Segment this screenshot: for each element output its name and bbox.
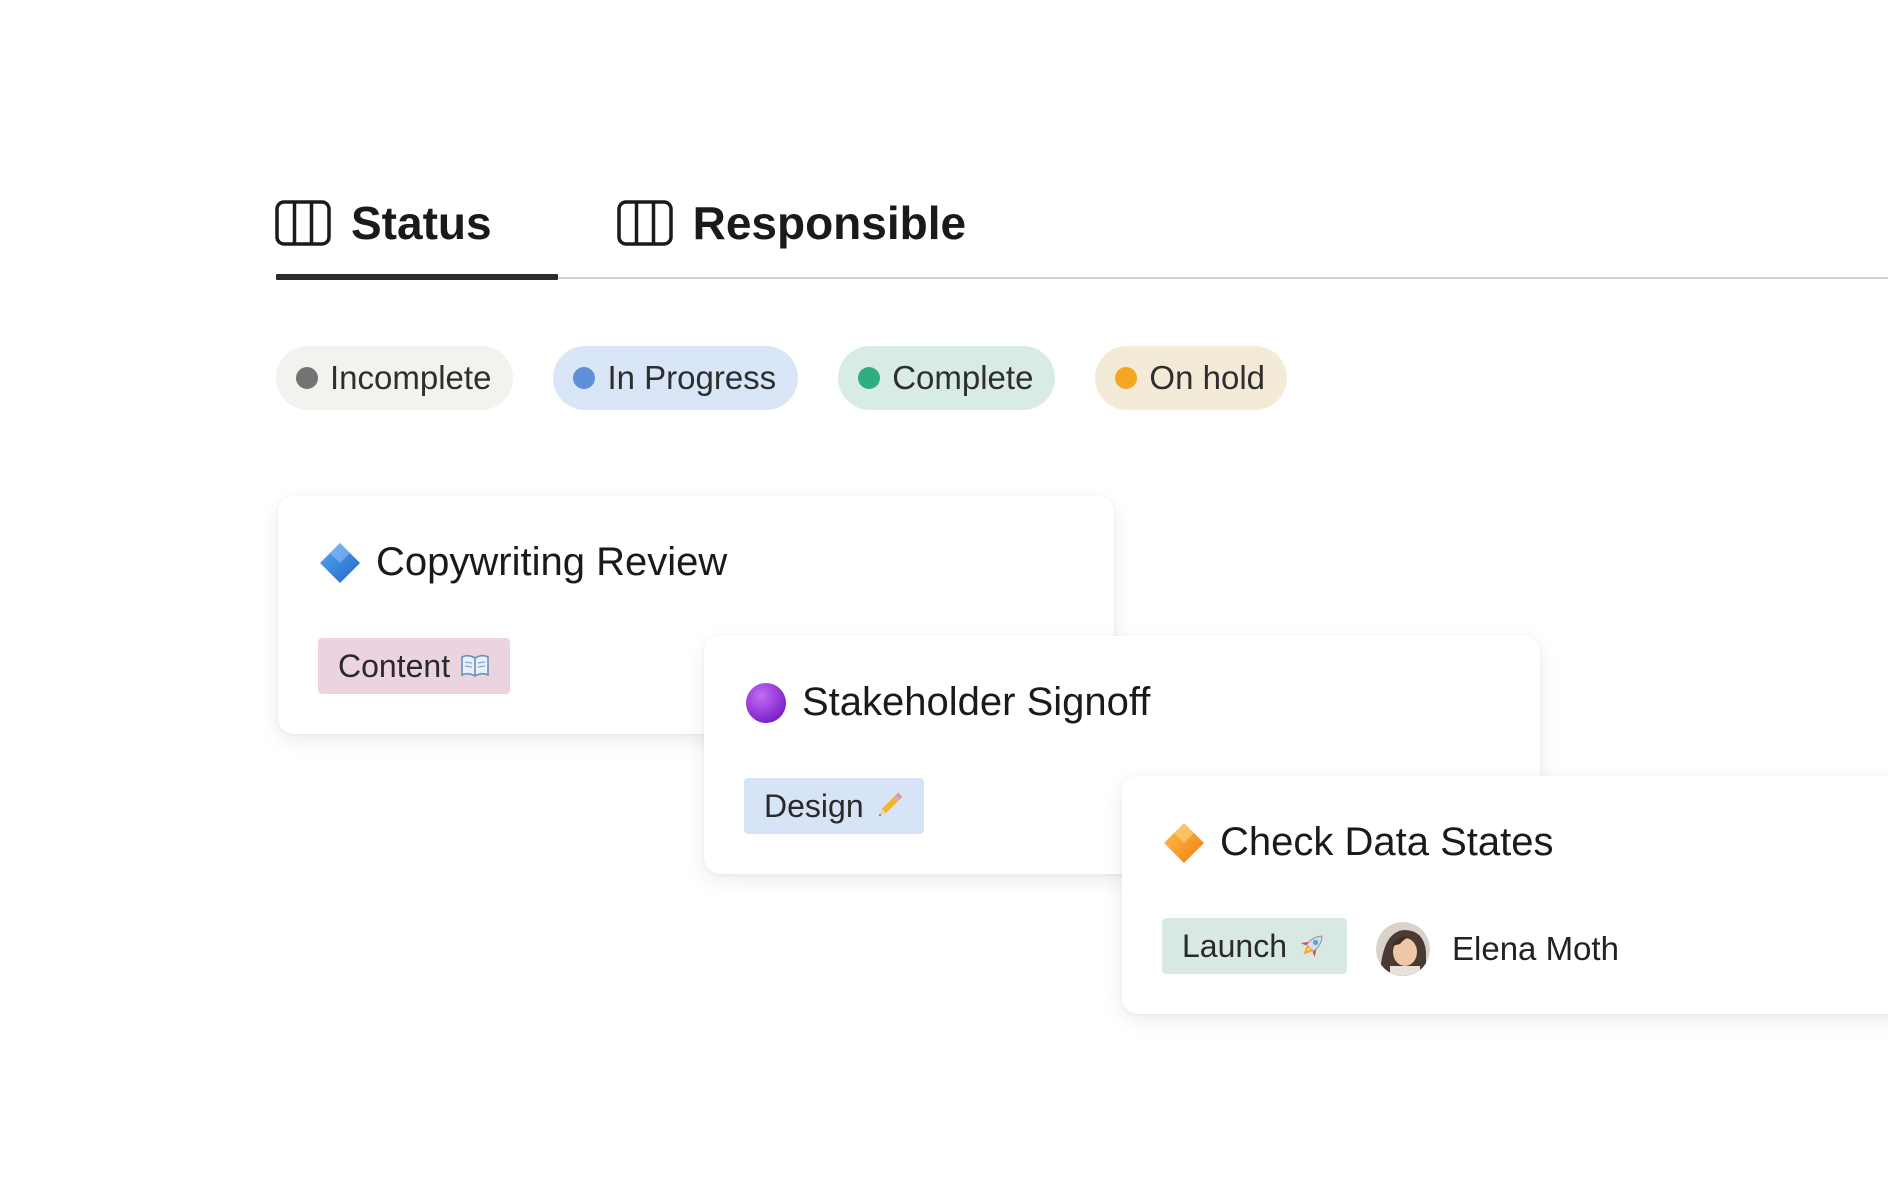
status-pill-in-progress[interactable]: In Progress: [553, 346, 799, 410]
tab-status-label: Status: [351, 197, 492, 249]
assignee-name: Elena Moth: [1452, 930, 1619, 967]
active-tab-indicator: [276, 274, 558, 280]
board-columns-icon: [616, 200, 673, 246]
blue-diamond-icon: [320, 542, 360, 583]
status-pill-on-hold[interactable]: On hold: [1095, 346, 1288, 410]
tab-status[interactable]: Status: [275, 190, 492, 256]
card-title-text: Stakeholder Signoff: [802, 680, 1151, 724]
tag-design[interactable]: Design: [744, 778, 924, 834]
card-title-text: Copywriting Review: [376, 540, 728, 584]
card-title: Stakeholder Signoff: [744, 680, 1150, 725]
card-title-text: Check Data States: [1220, 820, 1554, 864]
status-dot-icon: [573, 367, 596, 389]
status-dot-icon: [296, 367, 318, 389]
pencil-icon: [878, 792, 903, 816]
status-pill-label: In Progress: [607, 359, 777, 396]
tag-content[interactable]: Content: [318, 638, 511, 694]
assignee[interactable]: Elena Moth: [1376, 922, 1619, 976]
status-pill-label: Complete: [892, 359, 1034, 396]
status-filters: Incomplete In Progress Complete On hold: [276, 346, 1288, 410]
tag-label: Design: [764, 787, 864, 824]
status-pill-label: On hold: [1149, 359, 1266, 396]
card-title: Check Data States: [1162, 820, 1554, 865]
status-dot-icon: [1115, 367, 1138, 389]
tab-responsible[interactable]: Responsible: [616, 190, 967, 256]
avatar: [1376, 922, 1430, 976]
status-dot-icon: [858, 367, 881, 389]
board-columns-icon: [275, 200, 331, 246]
task-card-check-data-states[interactable]: Check Data States Launch Elena Moth: [1122, 776, 1888, 1014]
open-book-icon: [461, 654, 489, 677]
card-title: Copywriting Review: [318, 540, 727, 585]
purple-circle-icon: [746, 682, 786, 723]
tab-responsible-label: Responsible: [692, 197, 967, 249]
tag-launch[interactable]: Launch: [1162, 918, 1347, 974]
board-view: Status Responsible Incomplete In Progres…: [0, 0, 1888, 1200]
tag-label: Launch: [1182, 927, 1287, 964]
status-pill-label: Incomplete: [330, 359, 492, 396]
status-pill-complete[interactable]: Complete: [838, 346, 1056, 410]
orange-diamond-icon: [1164, 822, 1204, 863]
rocket-icon: [1300, 935, 1323, 958]
view-tabs: Status Responsible: [275, 190, 966, 256]
tag-label: Content: [338, 647, 451, 684]
status-pill-incomplete[interactable]: Incomplete: [276, 346, 514, 410]
